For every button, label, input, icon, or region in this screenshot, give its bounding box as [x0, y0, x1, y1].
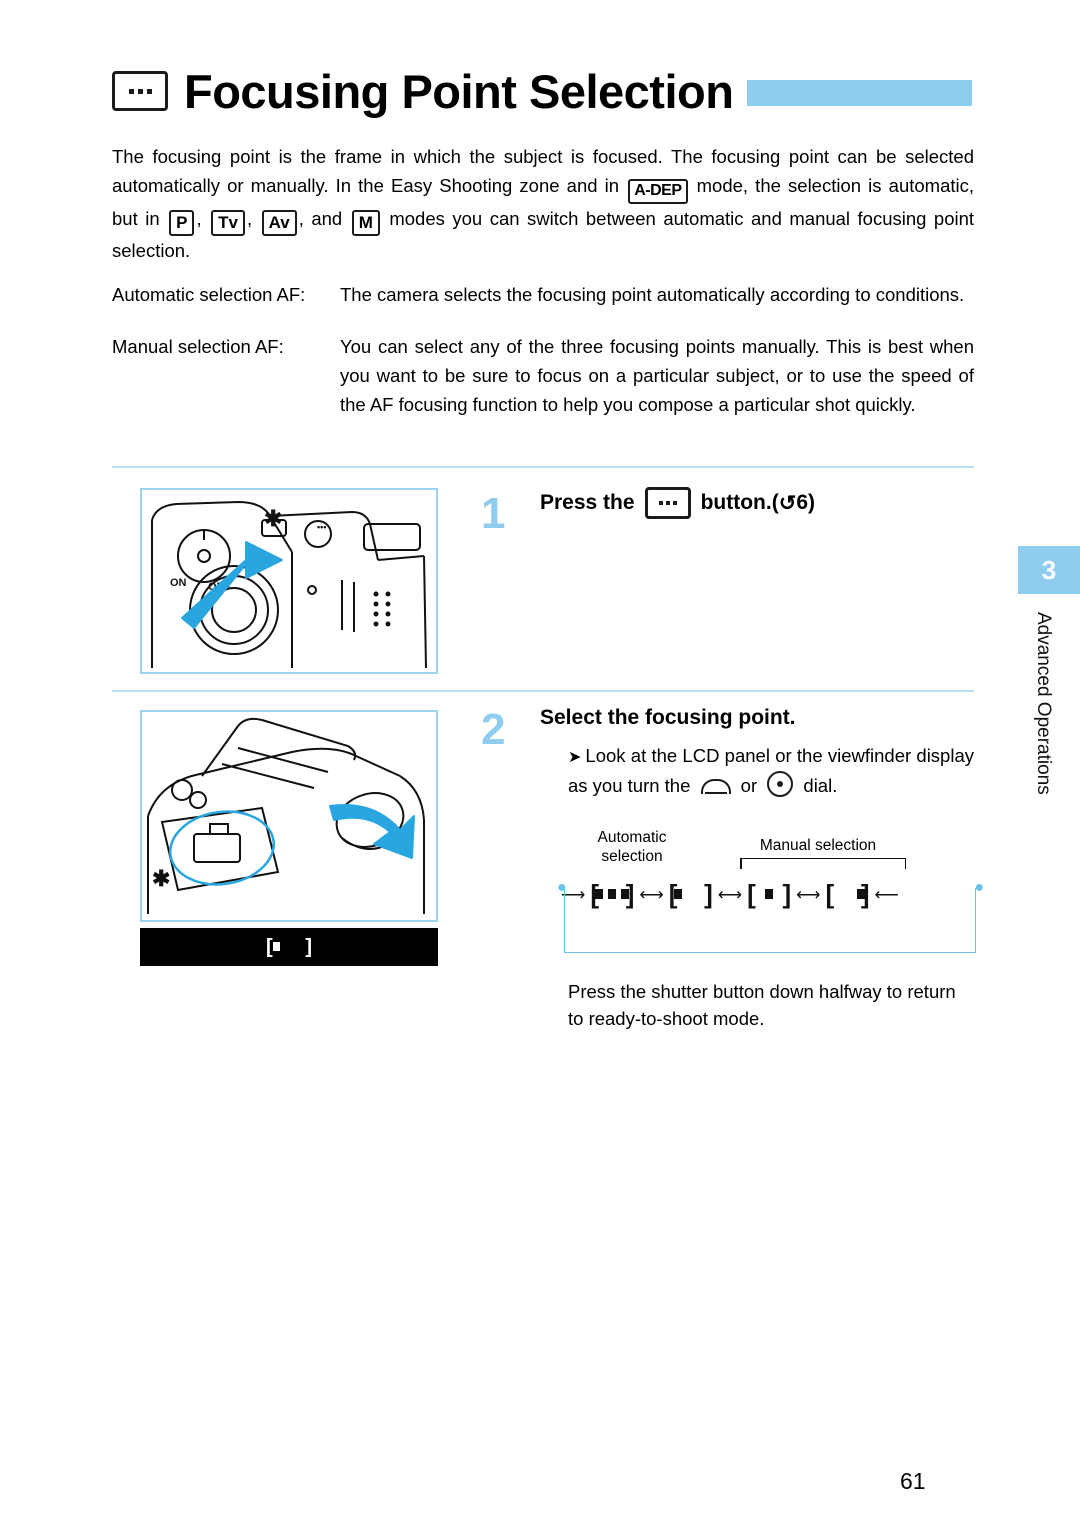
blue-rotation-arrow: [329, 804, 415, 859]
definition-row-auto: Automatic selection AF: The camera selec…: [112, 280, 974, 309]
step-1-number: 1: [481, 489, 506, 538]
bracket-right-icon: ]: [305, 936, 312, 958]
chapter-label: Advanced Operations: [1033, 612, 1054, 795]
intro-comma2: ,: [246, 208, 253, 229]
af-point-left: [273, 942, 280, 951]
timer-icon: ↺: [778, 491, 797, 515]
page-title: Focusing Point Selection: [184, 64, 734, 118]
selection-definitions: Automatic selection AF: The camera selec…: [112, 280, 974, 419]
diagram-manual-brace: [740, 858, 906, 869]
intro-paragraph: The focusing point is the frame in which…: [112, 142, 974, 265]
figure-camera-top: ON OFF ••• ✱: [140, 488, 438, 674]
step-2-body-end: dial.: [803, 775, 838, 796]
mode-adep-icon: A-DEP: [628, 179, 688, 204]
af-point-button-icon: [112, 71, 168, 111]
chapter-tab: 3: [1018, 546, 1080, 594]
quick-control-dial-icon: [767, 771, 794, 797]
definition-term-auto: Automatic selection AF:: [112, 284, 306, 305]
mode-m-icon: M: [351, 210, 380, 236]
bullet-arrow-icon: ➤: [568, 749, 582, 766]
step-1-heading: Press the button. ( ↺ 6 ): [540, 487, 980, 519]
loop-arrow-right-icon: ●: [974, 879, 984, 896]
title-accent-bar: [747, 80, 972, 106]
timer-paren-close: ): [808, 491, 815, 514]
definition-desc-manual: You can select any of the three focusing…: [340, 336, 974, 415]
camera-rear-illustration: ✱: [147, 717, 425, 914]
timer-seconds: 6: [796, 491, 808, 514]
mode-p-icon: P: [169, 210, 195, 236]
step-2-heading: Select the focusing point.: [540, 706, 796, 729]
svg-text:ON: ON: [170, 577, 187, 589]
diagram-label-manual: Manual selection: [759, 837, 877, 854]
mode-av-icon: Av: [261, 210, 297, 236]
main-dial-icon: [700, 779, 731, 794]
step-2-number: 2: [481, 705, 506, 754]
definition-row-manual: Manual selection AF: You can select any …: [112, 332, 974, 419]
lcd-af-point-left: [ ]: [261, 937, 317, 957]
step-1-label-before: Press the: [540, 491, 635, 514]
af-point-cycle-diagram: Automatic selection Manual selection ⟶ […: [557, 828, 984, 968]
step-2-body: ➤ Look at the LCD panel or the viewfinder…: [568, 742, 974, 799]
svg-text:✱: ✱: [152, 866, 170, 891]
intro-comma1: ,: [196, 208, 202, 229]
diagram-label-automatic: Automatic selection: [597, 829, 667, 865]
step-2-body-or: or: [740, 775, 758, 796]
page-number: 61: [900, 1468, 926, 1494]
camera-top-illustration: ON OFF ••• ✱: [151, 500, 427, 669]
lcd-panel-af-display: [ ]: [140, 928, 438, 966]
definition-term-manual: Manual selection AF:: [112, 336, 284, 357]
loop-arrow-left-icon: ●: [557, 879, 567, 896]
divider-middle: [112, 690, 974, 692]
step-1-label-after: button.: [700, 491, 772, 514]
svg-text:✱: ✱: [264, 506, 282, 531]
divider-top: [112, 466, 974, 468]
timer-paren-open: (: [771, 491, 779, 514]
bracket-left-icon: [: [266, 936, 273, 958]
step-2-closing-text: Press the shutter button down halfway to…: [568, 981, 956, 1029]
definition-desc-auto: The camera selects the focusing point au…: [340, 284, 965, 305]
mode-tv-icon: Tv: [211, 210, 245, 236]
af-point-selection-button-icon: [644, 487, 691, 519]
chapter-label-vertical: Advanced Operations: [1032, 612, 1062, 882]
svg-text:•••: •••: [317, 522, 326, 532]
chapter-number: 3: [1041, 554, 1057, 585]
page-title-row: Focusing Point Selection: [112, 58, 972, 124]
intro-and: , and: [298, 208, 343, 229]
figure-camera-rear: ✱: [140, 710, 438, 922]
cycle-loop-line: ● ●: [557, 879, 984, 953]
